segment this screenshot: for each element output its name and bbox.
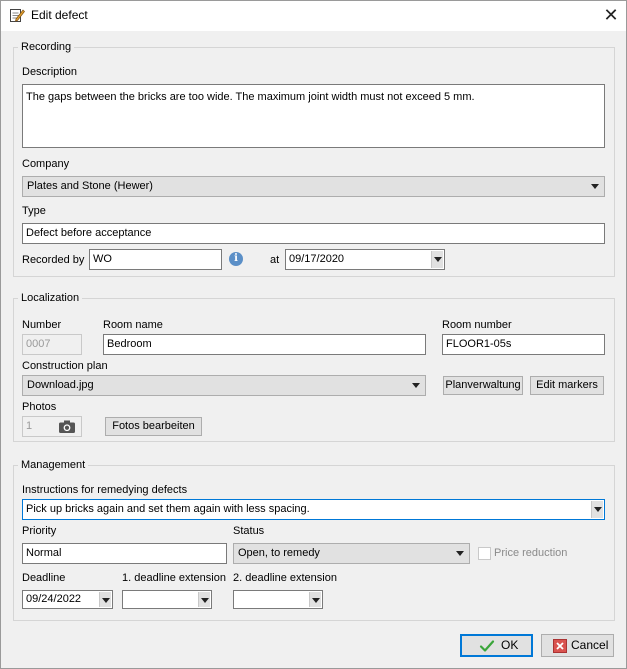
- company-label: Company: [22, 158, 70, 170]
- edit-note-icon: [10, 9, 25, 22]
- type-label: Type: [22, 205, 46, 217]
- info-icon[interactable]: i: [229, 252, 243, 266]
- title-bar: [0, 0, 627, 31]
- construction-plan-select[interactable]: Download.jpg: [22, 375, 426, 396]
- cancel-icon: [553, 639, 567, 653]
- construction-plan-value: Download.jpg: [27, 379, 94, 391]
- checkmark-icon: [479, 640, 495, 652]
- status-select[interactable]: Open, to remedy: [233, 543, 470, 564]
- recording-legend: Recording: [21, 41, 72, 53]
- photos-label: Photos: [22, 401, 57, 413]
- priority-label: Priority: [22, 525, 57, 537]
- recorded-date-value: 09/17/2020: [289, 253, 345, 265]
- instructions-value: Pick up bricks again and set them again …: [26, 503, 310, 515]
- dropdown-arrow-icon[interactable]: [431, 251, 443, 268]
- company-value: Plates and Stone (Hewer): [27, 180, 153, 192]
- ok-label: OK: [501, 638, 519, 652]
- window-title: Edit defect: [31, 8, 88, 22]
- description-label: Description: [22, 66, 78, 78]
- plan-manage-button[interactable]: Planverwaltung: [443, 376, 523, 395]
- recorded-date-picker[interactable]: 09/17/2020: [285, 249, 445, 270]
- deadline-label: Deadline: [22, 572, 66, 584]
- deadline-value: 09/24/2022: [26, 593, 82, 605]
- management-legend: Management: [21, 459, 86, 471]
- room-name-label: Room name: [103, 319, 163, 331]
- close-icon[interactable]: ✕: [600, 4, 622, 26]
- edit-markers-button[interactable]: Edit markers: [530, 376, 604, 395]
- priority-field[interactable]: Normal: [22, 543, 227, 564]
- type-field[interactable]: Defect before acceptance: [22, 223, 605, 244]
- room-name-field[interactable]: Bedroom: [103, 334, 426, 355]
- dropdown-arrow-icon[interactable]: [99, 592, 111, 607]
- ok-button[interactable]: OK: [460, 634, 533, 657]
- at-label: at: [270, 254, 280, 266]
- localization-legend: Localization: [21, 292, 80, 304]
- dropdown-arrow-icon[interactable]: [591, 501, 603, 518]
- description-field[interactable]: The gaps between the bricks are too wide…: [22, 84, 605, 148]
- cancel-label: Cancel: [571, 638, 609, 652]
- dropdown-arrow-icon: [591, 184, 599, 189]
- photos-count: 1: [26, 420, 33, 432]
- ext2-label: 2. deadline extension: [233, 572, 337, 584]
- recorded-by-label: Recorded by: [22, 254, 85, 266]
- camera-icon: [59, 420, 75, 433]
- price-reduction-checkbox[interactable]: [478, 547, 491, 560]
- ext1-picker[interactable]: [122, 590, 212, 609]
- status-label: Status: [233, 525, 265, 537]
- company-select[interactable]: Plates and Stone (Hewer): [22, 176, 605, 197]
- dropdown-arrow-icon: [456, 551, 464, 556]
- dropdown-arrow-icon: [412, 383, 420, 388]
- cancel-button[interactable]: Cancel: [541, 634, 614, 657]
- dropdown-arrow-icon[interactable]: [309, 592, 321, 607]
- ext2-picker[interactable]: [233, 590, 323, 609]
- ext1-label: 1. deadline extension: [122, 572, 226, 584]
- recorded-by-field[interactable]: WO: [89, 249, 222, 270]
- room-number-field[interactable]: FLOOR1-05s: [442, 334, 605, 355]
- instructions-label: Instructions for remedying defects: [22, 484, 188, 496]
- number-field: 0007: [22, 334, 82, 355]
- price-reduction-label: Price reduction: [494, 547, 568, 559]
- construction-plan-label: Construction plan: [22, 360, 108, 372]
- edit-photos-button[interactable]: Fotos bearbeiten: [105, 417, 202, 436]
- room-number-label: Room number: [442, 319, 512, 331]
- deadline-picker[interactable]: 09/24/2022: [22, 590, 113, 609]
- dropdown-arrow-icon[interactable]: [198, 592, 210, 607]
- instructions-combo[interactable]: Pick up bricks again and set them again …: [22, 499, 605, 520]
- number-label: Number: [22, 319, 62, 331]
- status-value: Open, to remedy: [238, 547, 320, 559]
